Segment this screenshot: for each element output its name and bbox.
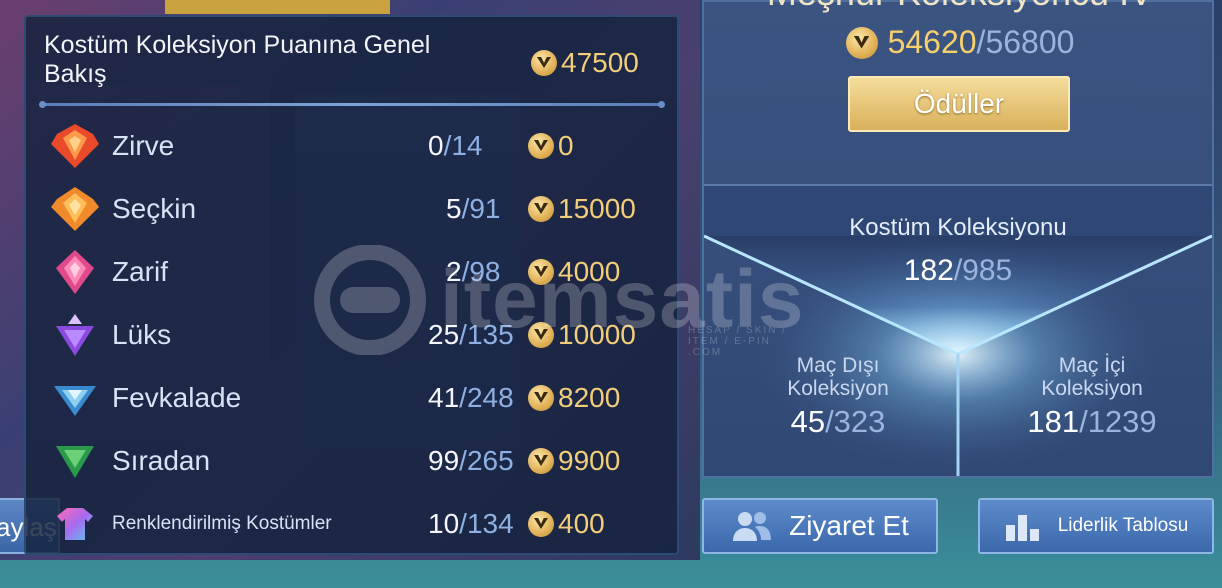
orange-gem-icon xyxy=(48,182,102,236)
tier-points-value: 9900 xyxy=(558,445,621,476)
tier-count: 25/135 xyxy=(428,319,514,350)
total-points-value: 47500 xyxy=(561,47,639,78)
tier-row-seckin: Seçkin 5/91 15000 xyxy=(48,181,668,237)
collector-score: 54620/56800 xyxy=(704,24,1216,61)
tier-name: Fevkalade xyxy=(112,382,242,413)
tier-row-fevkalade: Fevkalade 41/248 8200 xyxy=(48,370,668,426)
tier-total: 134 xyxy=(466,508,514,539)
tier-owned: 10 xyxy=(428,508,460,539)
tier-points: 8200 xyxy=(528,382,620,414)
in-match-label: Maç İçi Koleksiyon xyxy=(972,354,1212,400)
background-decor xyxy=(165,0,390,14)
tier-row-siradan: Sıradan 99/265 9900 xyxy=(48,433,668,489)
inside-label-line1: Maç İçi xyxy=(1058,354,1126,377)
costume-collection-label: Kostüm Koleksiyonu xyxy=(849,214,1067,241)
tier-owned: 99 xyxy=(428,445,460,476)
score-value: 54620 xyxy=(887,24,977,60)
tier-row-luks: Lüks 25/135 10000 xyxy=(48,307,668,363)
tier-owned: 0 xyxy=(428,130,444,161)
tier-points-value: 0 xyxy=(558,130,574,161)
tier-name: Sıradan xyxy=(112,445,211,476)
tier-points: 4000 xyxy=(528,256,620,288)
coin-icon xyxy=(531,50,557,76)
coin-icon xyxy=(528,322,554,348)
score-max: /56800 xyxy=(976,24,1075,60)
tier-total: 135 xyxy=(466,319,514,350)
tier-owned: 5 xyxy=(446,193,462,224)
purple-gem-icon xyxy=(48,308,102,362)
coin-icon xyxy=(528,259,554,285)
costume-owned: 182 xyxy=(903,254,954,287)
tier-total: 265 xyxy=(466,445,514,476)
pink-gem-icon xyxy=(48,245,102,299)
outside-label-line2: Koleksiyon xyxy=(787,377,889,400)
tier-points-value: 4000 xyxy=(558,256,621,287)
outside-match-count: 45/323 xyxy=(718,404,958,440)
tier-total: 91 xyxy=(469,193,501,224)
tier-row-zirve: Zirve 0/14 0 xyxy=(48,118,668,174)
inside-label-line2: Koleksiyon xyxy=(1041,377,1143,400)
tier-owned: 25 xyxy=(428,319,460,350)
coin-icon xyxy=(528,385,554,411)
tier-points-value: 10000 xyxy=(558,319,636,350)
divider xyxy=(39,101,665,108)
rewards-button[interactable]: Ödüller xyxy=(848,76,1070,132)
tier-name: Seçkin xyxy=(112,193,197,224)
panel-title: Kostüm Koleksiyon Puanına Genel Bakış xyxy=(44,31,431,88)
tier-count: 10/134 xyxy=(428,508,514,539)
tier-owned: 41 xyxy=(428,382,460,413)
coin-icon xyxy=(528,196,554,222)
tier-points: 0 xyxy=(528,130,574,162)
coin-icon xyxy=(528,511,554,537)
tier-points: 400 xyxy=(528,508,605,540)
outside-label-line1: Maç Dışı xyxy=(796,354,880,377)
collector-rank-title: Meşhur Koleksiyoncu IV xyxy=(704,0,1216,14)
visit-button[interactable]: Ziyaret Et xyxy=(702,498,938,554)
inside-owned: 181 xyxy=(1027,404,1080,439)
tier-name: Zarif xyxy=(112,256,168,287)
outside-owned: 45 xyxy=(790,404,826,439)
outside-total: /323 xyxy=(825,404,886,439)
tier-name: Zirve xyxy=(112,130,175,161)
tier-count: 99/265 xyxy=(428,445,514,476)
tier-owned: 2 xyxy=(446,256,462,287)
blue-gem-icon xyxy=(48,371,102,425)
coin-icon xyxy=(845,26,878,59)
tier-row-zarif: Zarif 2/98 4000 xyxy=(48,244,668,300)
users-icon xyxy=(731,509,773,543)
coin-icon xyxy=(528,448,554,474)
tier-total: 98 xyxy=(469,256,501,287)
collection-points-overview-panel: Kostüm Koleksiyon Puanına Genel Bakış 47… xyxy=(24,15,679,555)
costume-collection-count: 182/985 xyxy=(704,254,1212,288)
tier-points-value: 400 xyxy=(558,508,605,539)
tier-points: 9900 xyxy=(528,445,620,477)
coin-icon xyxy=(528,133,554,159)
tier-total: 14 xyxy=(451,130,483,161)
bar-chart-icon xyxy=(1004,511,1042,541)
leaderboard-button[interactable]: Liderlik Tablosu xyxy=(978,498,1214,554)
outside-match-label: Maç Dışı Koleksiyon xyxy=(718,354,958,400)
tier-row-colored-skins: Renklendirilmiş Kostümler 10/134 400 xyxy=(48,496,668,552)
inside-total: /1239 xyxy=(1079,404,1157,439)
green-gem-icon xyxy=(48,434,102,488)
tier-count: 5/91 xyxy=(446,193,501,224)
tier-points-value: 15000 xyxy=(558,193,636,224)
collector-rank-card: Meşhur Koleksiyoncu IV 54620/56800 Ödüll… xyxy=(702,0,1214,478)
visit-label: Ziyaret Et xyxy=(789,510,909,541)
tier-name: Renklendirilmiş Kostümler xyxy=(112,513,332,534)
tier-points: 10000 xyxy=(528,319,636,351)
tier-points: 15000 xyxy=(528,193,636,225)
tier-count: 41/248 xyxy=(428,382,514,413)
red-gem-icon xyxy=(48,119,102,173)
costume-total: /985 xyxy=(953,254,1013,287)
leaderboard-label: Liderlik Tablosu xyxy=(1057,515,1189,536)
shirt-icon xyxy=(48,497,102,551)
tier-count: 2/98 xyxy=(446,256,501,287)
tier-total: 248 xyxy=(466,382,514,413)
tier-count: 0/14 xyxy=(428,130,483,161)
total-points: 47500 xyxy=(531,47,639,79)
in-match-count: 181/1239 xyxy=(972,404,1212,440)
tier-name: Lüks xyxy=(112,319,172,350)
tier-points-value: 8200 xyxy=(558,382,621,413)
